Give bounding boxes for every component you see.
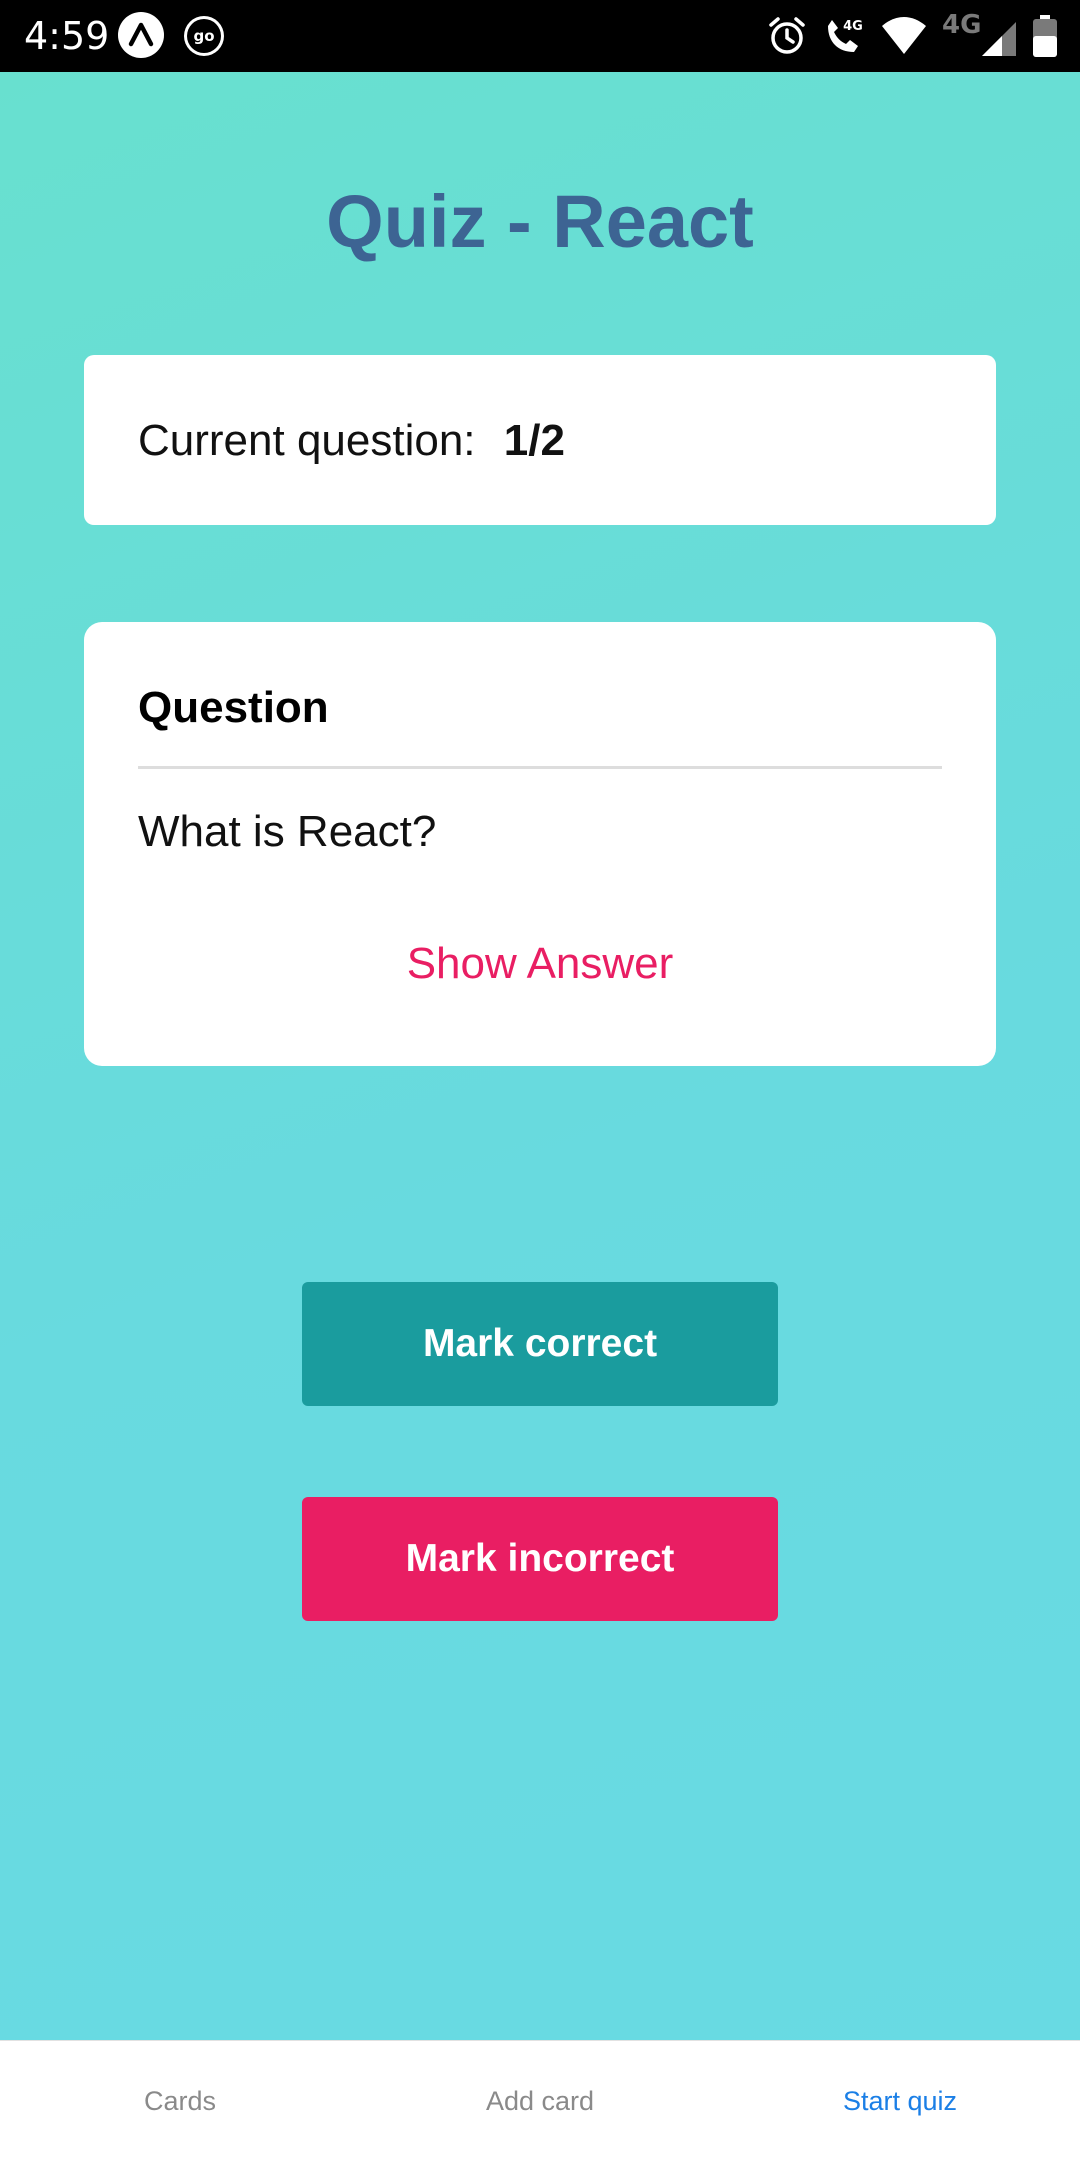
mark-correct-button[interactable]: Mark correct [302, 1282, 778, 1406]
volte-call-icon: 4G [822, 14, 866, 58]
wifi-icon [880, 16, 928, 56]
show-answer-button[interactable]: Show Answer [84, 936, 996, 992]
status-bar: 4:59 go 4G 4G [0, 0, 1080, 72]
question-card: Question What is React? Show Answer [84, 622, 996, 1066]
progress-value: 1/2 [503, 416, 565, 465]
network-type-label: 4G [942, 10, 982, 40]
screen: 4:59 go 4G 4G Quiz - React Current quest… [0, 0, 1080, 2160]
alarm-icon [766, 15, 808, 57]
svg-text:4G: 4G [843, 19, 863, 34]
question-heading: Question [138, 683, 329, 732]
status-icons: 4G 4G [766, 10, 1058, 60]
cell-signal-4g-icon: 4G [942, 10, 1018, 58]
question-divider [138, 766, 942, 769]
expo-icon [118, 12, 164, 58]
battery-icon [1032, 14, 1058, 58]
quiz-screen: Quiz - React Current question: 1/2 Quest… [0, 72, 1080, 2040]
tab-cards[interactable]: Cards [80, 2041, 280, 2160]
mark-incorrect-button[interactable]: Mark incorrect [302, 1497, 778, 1621]
progress-label: Current question: [138, 416, 476, 465]
progress-card: Current question: 1/2 [84, 355, 996, 525]
tab-add-card[interactable]: Add card [440, 2041, 640, 2160]
progress-text: Current question: 1/2 [138, 413, 565, 469]
page-title: Quiz - React [326, 180, 754, 263]
svg-text:go: go [193, 27, 214, 45]
go-icon: go [184, 16, 224, 56]
status-time: 4:59 [24, 14, 110, 58]
bottom-nav: Cards Add card Start quiz [0, 2040, 1080, 2160]
tab-start-quiz[interactable]: Start quiz [800, 2041, 1000, 2160]
question-text: What is React? [138, 807, 437, 856]
